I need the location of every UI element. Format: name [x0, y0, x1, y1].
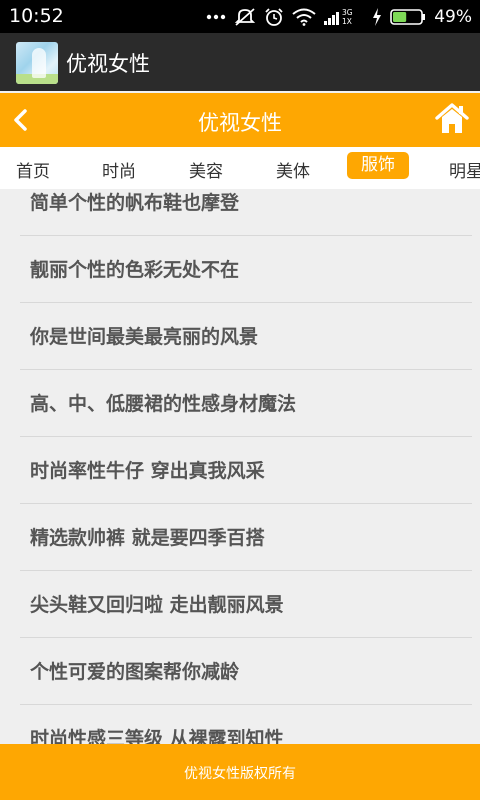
charging-icon [372, 8, 382, 26]
list-item[interactable]: 尖头鞋又回归啦 走出靓丽风景 [0, 571, 480, 638]
signal-icon: 3G 1X [324, 8, 364, 26]
app-bar: 优视女性 [0, 33, 480, 91]
status-time: 10:52 [9, 5, 64, 27]
more-dots-icon [206, 14, 226, 20]
battery-icon [390, 9, 426, 25]
home-button[interactable] [435, 102, 469, 136]
tab-celebrity[interactable]: 明星 [449, 157, 480, 182]
article-list: 简单个性的帆布鞋也摩登 靓丽个性的色彩无处不在 你是世间最美最亮丽的风景 高、中… [0, 189, 480, 744]
status-icons: 3G 1X 49% [206, 6, 472, 28]
article-title: 简单个性的帆布鞋也摩登 [30, 192, 240, 214]
tab-beauty[interactable]: 美容 [189, 157, 223, 182]
list-item[interactable]: 你是世间最美最亮丽的风景 [0, 303, 480, 370]
tab-body[interactable]: 美体 [276, 157, 310, 182]
copyright-text: 优视女性版权所有 [184, 766, 296, 782]
article-title: 靓丽个性的色彩无处不在 [30, 259, 240, 281]
mute-icon [234, 7, 256, 27]
network-label-top: 3G [342, 8, 353, 17]
article-title: 时尚率性牛仔 穿出真我风采 [30, 460, 265, 482]
article-title: 你是世间最美最亮丽的风景 [30, 326, 259, 348]
network-label-bottom: 1X [342, 17, 352, 26]
article-title: 时尚性感三等级 从裸露到知性 [30, 728, 284, 744]
app-title: 优视女性 [66, 52, 150, 76]
battery-percent: 49% [434, 7, 472, 27]
tab-clothing[interactable]: 服饰 [347, 152, 409, 179]
app-logo [16, 42, 58, 84]
alarm-icon [264, 7, 284, 27]
article-title: 尖头鞋又回归啦 走出靓丽风景 [30, 594, 284, 616]
category-tabs: 首页 时尚 美容 美体 服饰 明星 [0, 147, 480, 189]
list-item[interactable]: 时尚性感三等级 从裸露到知性 [0, 705, 480, 744]
article-title: 个性可爱的图案帮你减龄 [30, 661, 240, 683]
article-title: 精选款帅裤 就是要四季百搭 [30, 527, 265, 549]
footer: 优视女性版权所有 [0, 744, 480, 800]
tab-home[interactable]: 首页 [16, 157, 50, 182]
list-item[interactable]: 精选款帅裤 就是要四季百搭 [0, 504, 480, 571]
article-title: 高、中、低腰裙的性感身材魔法 [30, 393, 297, 415]
page-header: 优视女性 [0, 91, 480, 147]
list-item[interactable]: 靓丽个性的色彩无处不在 [0, 236, 480, 303]
list-item[interactable]: 简单个性的帆布鞋也摩登 [0, 189, 480, 236]
tab-fashion[interactable]: 时尚 [102, 157, 136, 182]
status-bar: 10:52 3G 1X 49% [0, 0, 480, 33]
page-title: 优视女性 [198, 111, 282, 135]
wifi-icon [292, 8, 316, 26]
list-item[interactable]: 个性可爱的图案帮你减龄 [0, 638, 480, 705]
home-icon [435, 103, 469, 133]
list-item[interactable]: 高、中、低腰裙的性感身材魔法 [0, 370, 480, 437]
list-item[interactable]: 时尚率性牛仔 穿出真我风采 [0, 437, 480, 504]
